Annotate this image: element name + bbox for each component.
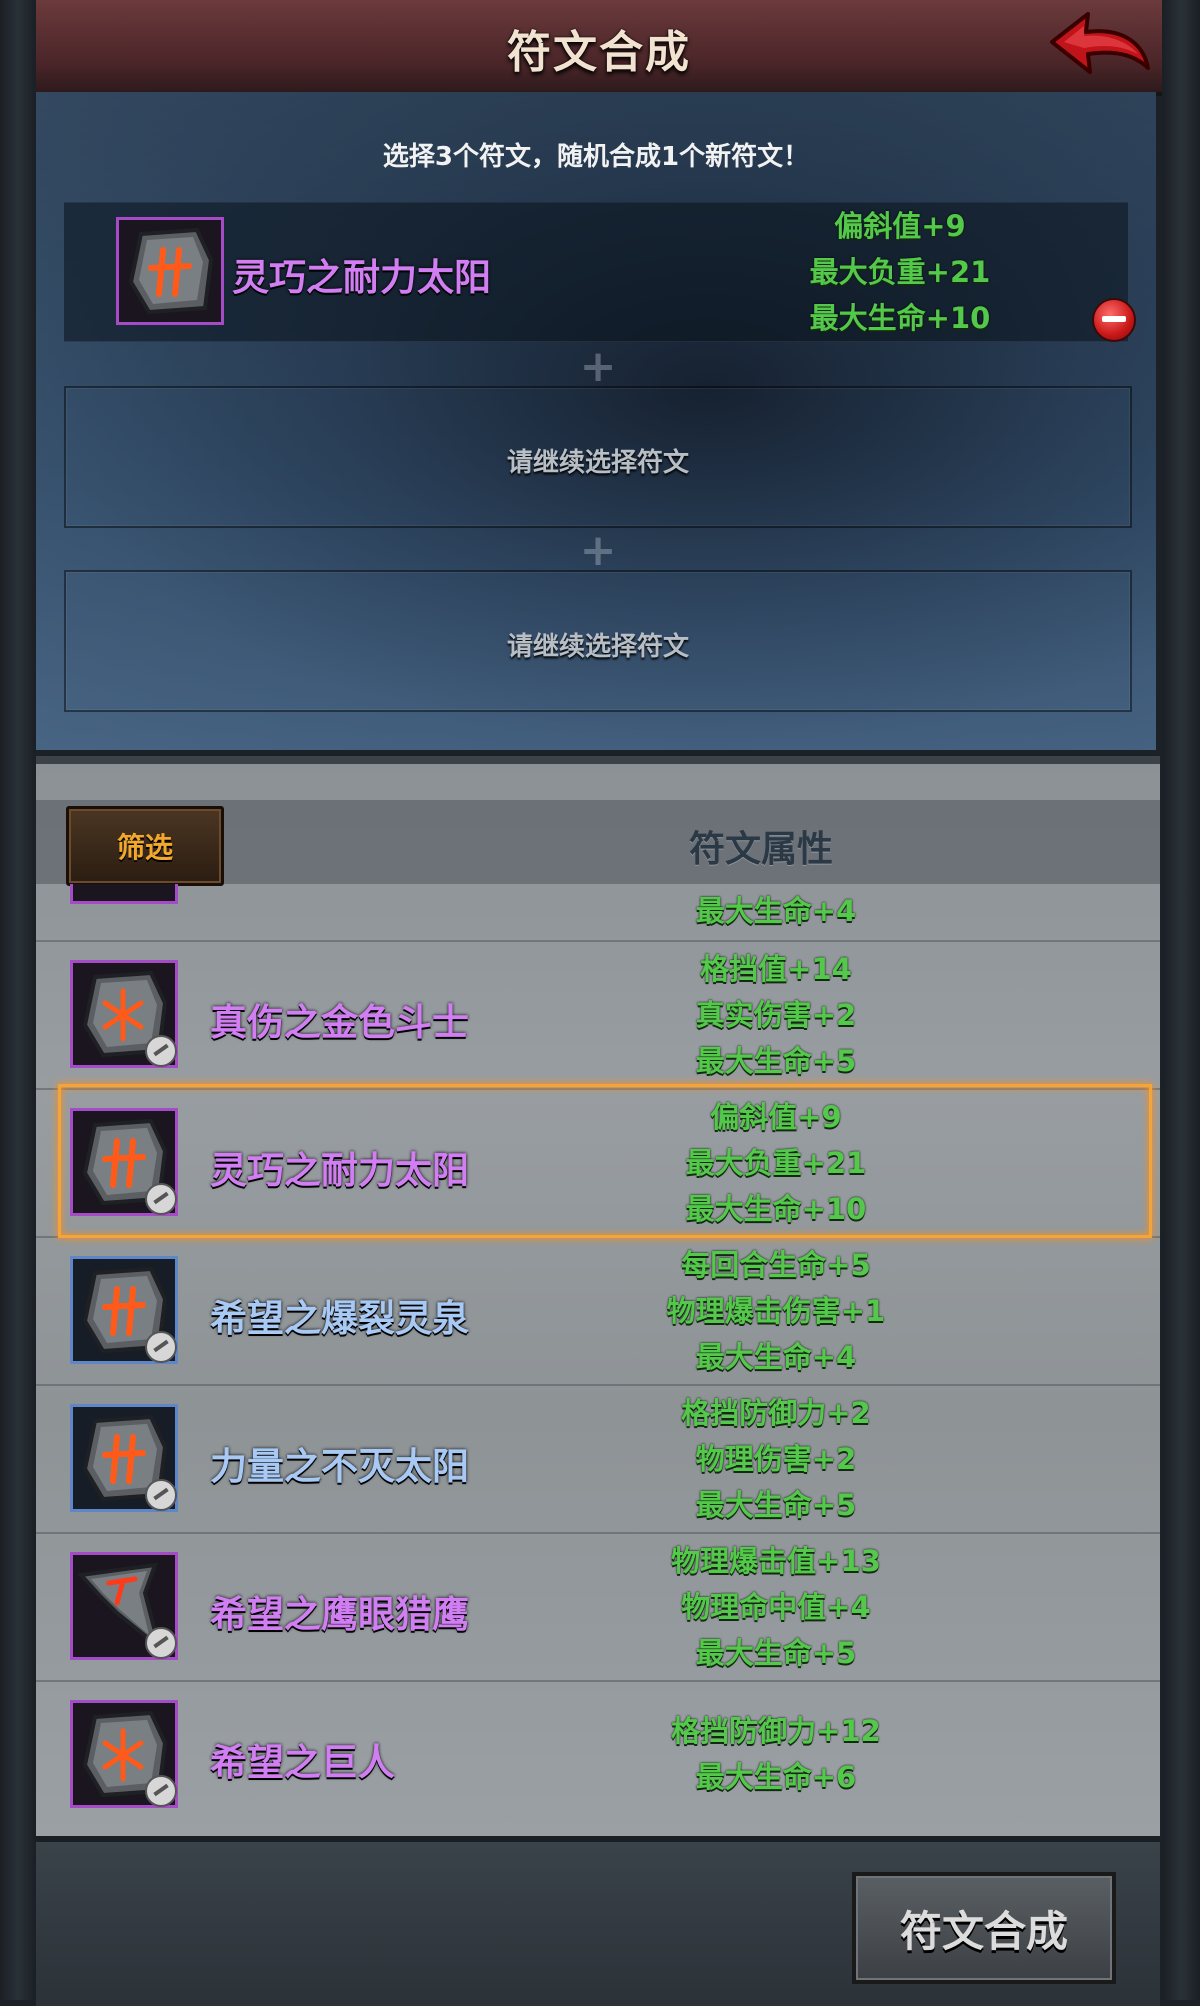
rune-name: 希望之爆裂灵泉: [210, 1297, 469, 1340]
rune-name: 灵巧之耐力太阳: [210, 1149, 469, 1192]
stat-line: 最大生命+5: [695, 1636, 857, 1670]
empty-slot-text: 请继续选择符文: [506, 632, 689, 662]
compose-button[interactable]: 符文合成: [852, 1872, 1116, 1984]
page-title: 符文合成: [507, 27, 691, 78]
stat-line: 格挡防御力+2: [681, 1396, 871, 1430]
title-bar: 符文合成: [36, 0, 1162, 96]
lock-icon: [145, 1627, 177, 1659]
selection-panel: 选择3个符文，随机合成1个新符文！ 灵巧之耐力太阳 偏斜值+9 最大负重+21 …: [36, 92, 1156, 750]
stat-line: 偏斜值+9: [710, 1100, 842, 1134]
selected-slot-1[interactable]: 灵巧之耐力太阳 偏斜值+9 最大负重+21 最大生命+10: [64, 202, 1128, 342]
plus-icon: +: [579, 525, 617, 576]
remove-rune-button[interactable]: [1092, 298, 1136, 342]
stat-line: 最大生命+4: [695, 894, 857, 928]
selected-rune-stats: 偏斜值+9 最大负重+21 最大生命+10: [720, 203, 1080, 341]
list-item[interactable]: 希望之鹰眼猎鹰 物理爆击值+13 物理命中值+4 最大生命+5: [36, 1532, 1160, 1682]
stat-line: 格挡防御力+12: [671, 1714, 881, 1748]
list-item[interactable]: 真伤之金色斗士 格挡值+14 真实伤害+2 最大生命+5: [36, 940, 1160, 1090]
stat-line: 最大生命+5: [695, 1488, 857, 1522]
filter-button[interactable]: 筛选: [66, 806, 224, 886]
stat-line: 物理爆击伤害+1: [666, 1294, 886, 1328]
stat-line: 最大生命+6: [695, 1760, 857, 1794]
rune-stone-icon: [116, 217, 224, 325]
stat-line: 最大负重+21: [685, 1146, 867, 1180]
empty-slot-3[interactable]: 请继续选择符文: [64, 570, 1132, 712]
rune-stats: 格挡防御力+2 物理伤害+2 最大生命+5: [596, 1390, 956, 1528]
stat-line: 物理爆击值+13: [671, 1544, 881, 1578]
stat-line: 最大生命+10: [809, 301, 991, 335]
rune-name: 力量之不灭太阳: [210, 1445, 469, 1488]
list-item-partial[interactable]: 最大生命+4: [36, 884, 1160, 942]
right-frame: [1162, 0, 1200, 2000]
rune-shard-icon: [70, 1552, 178, 1660]
stat-line: 物理伤害+2: [695, 1442, 857, 1476]
lock-icon: [145, 1183, 177, 1215]
stat-line: 每回合生命+5: [681, 1248, 871, 1282]
lock-icon: [145, 1479, 177, 1511]
rune-list-panel: 筛选 符文属性 最大生命+4 真伤之金色斗士 格挡值+14 真实伤害+2 最大生…: [36, 756, 1160, 1844]
selected-rune-name: 灵巧之耐力太阳: [232, 256, 491, 299]
list-item[interactable]: 力量之不灭太阳 格挡防御力+2 物理伤害+2 最大生命+5: [36, 1384, 1160, 1534]
stat-line: 偏斜值+9: [834, 209, 966, 243]
stat-line: 最大生命+5: [695, 1044, 857, 1078]
selection-hint: 选择3个符文，随机合成1个新符文！: [382, 142, 810, 172]
rune-stone-icon: [70, 1108, 178, 1216]
stat-line: 最大负重+21: [809, 255, 991, 289]
rune-stats: 格挡值+14 真实伤害+2 最大生命+5: [596, 946, 956, 1084]
rune-stats: 格挡防御力+12 最大生命+6: [596, 1708, 956, 1800]
stat-line: 真实伤害+2: [695, 998, 857, 1032]
rune-stats: 每回合生命+5 物理爆击伤害+1 最大生命+4: [596, 1242, 956, 1380]
list-item[interactable]: 希望之巨人 格挡防御力+12 最大生命+6: [36, 1680, 1160, 1828]
partial-row-stats: 最大生命+4: [596, 888, 956, 934]
lock-icon: [145, 1035, 177, 1067]
rune-stone-icon: [70, 1700, 178, 1808]
left-frame: [0, 0, 36, 2000]
rune-name: 真伤之金色斗士: [210, 1001, 469, 1044]
lock-icon: [145, 1775, 177, 1807]
empty-slot-text: 请继续选择符文: [506, 448, 689, 478]
stat-line: 格挡值+14: [700, 952, 852, 986]
rune-stats: 物理爆击值+13 物理命中值+4 最大生命+5: [596, 1538, 956, 1676]
lock-icon: [145, 1331, 177, 1363]
red-curved-arrow-icon: [1050, 12, 1150, 74]
rune-stone-icon: [70, 1256, 178, 1364]
rune-stone-icon: [70, 1404, 178, 1512]
rune-stats: 偏斜值+9 最大负重+21 最大生命+10: [596, 1094, 956, 1232]
stat-line: 物理命中值+4: [681, 1590, 871, 1624]
stat-line: 最大生命+4: [695, 1340, 857, 1374]
column-header-attributes: 符文属性: [688, 829, 833, 870]
rune-name: 希望之巨人: [210, 1741, 395, 1784]
list-item[interactable]: 灵巧之耐力太阳 偏斜值+9 最大负重+21 最大生命+10: [36, 1088, 1160, 1238]
rune-stone-icon: [70, 960, 178, 1068]
list-item[interactable]: 希望之爆裂灵泉 每回合生命+5 物理爆击伤害+1 最大生命+4: [36, 1236, 1160, 1386]
back-button[interactable]: [1044, 6, 1154, 84]
plus-icon: +: [579, 341, 617, 392]
stat-line: 最大生命+10: [685, 1192, 867, 1226]
empty-slot-2[interactable]: 请继续选择符文: [64, 386, 1132, 528]
rune-name: 希望之鹰眼猎鹰: [210, 1593, 469, 1636]
